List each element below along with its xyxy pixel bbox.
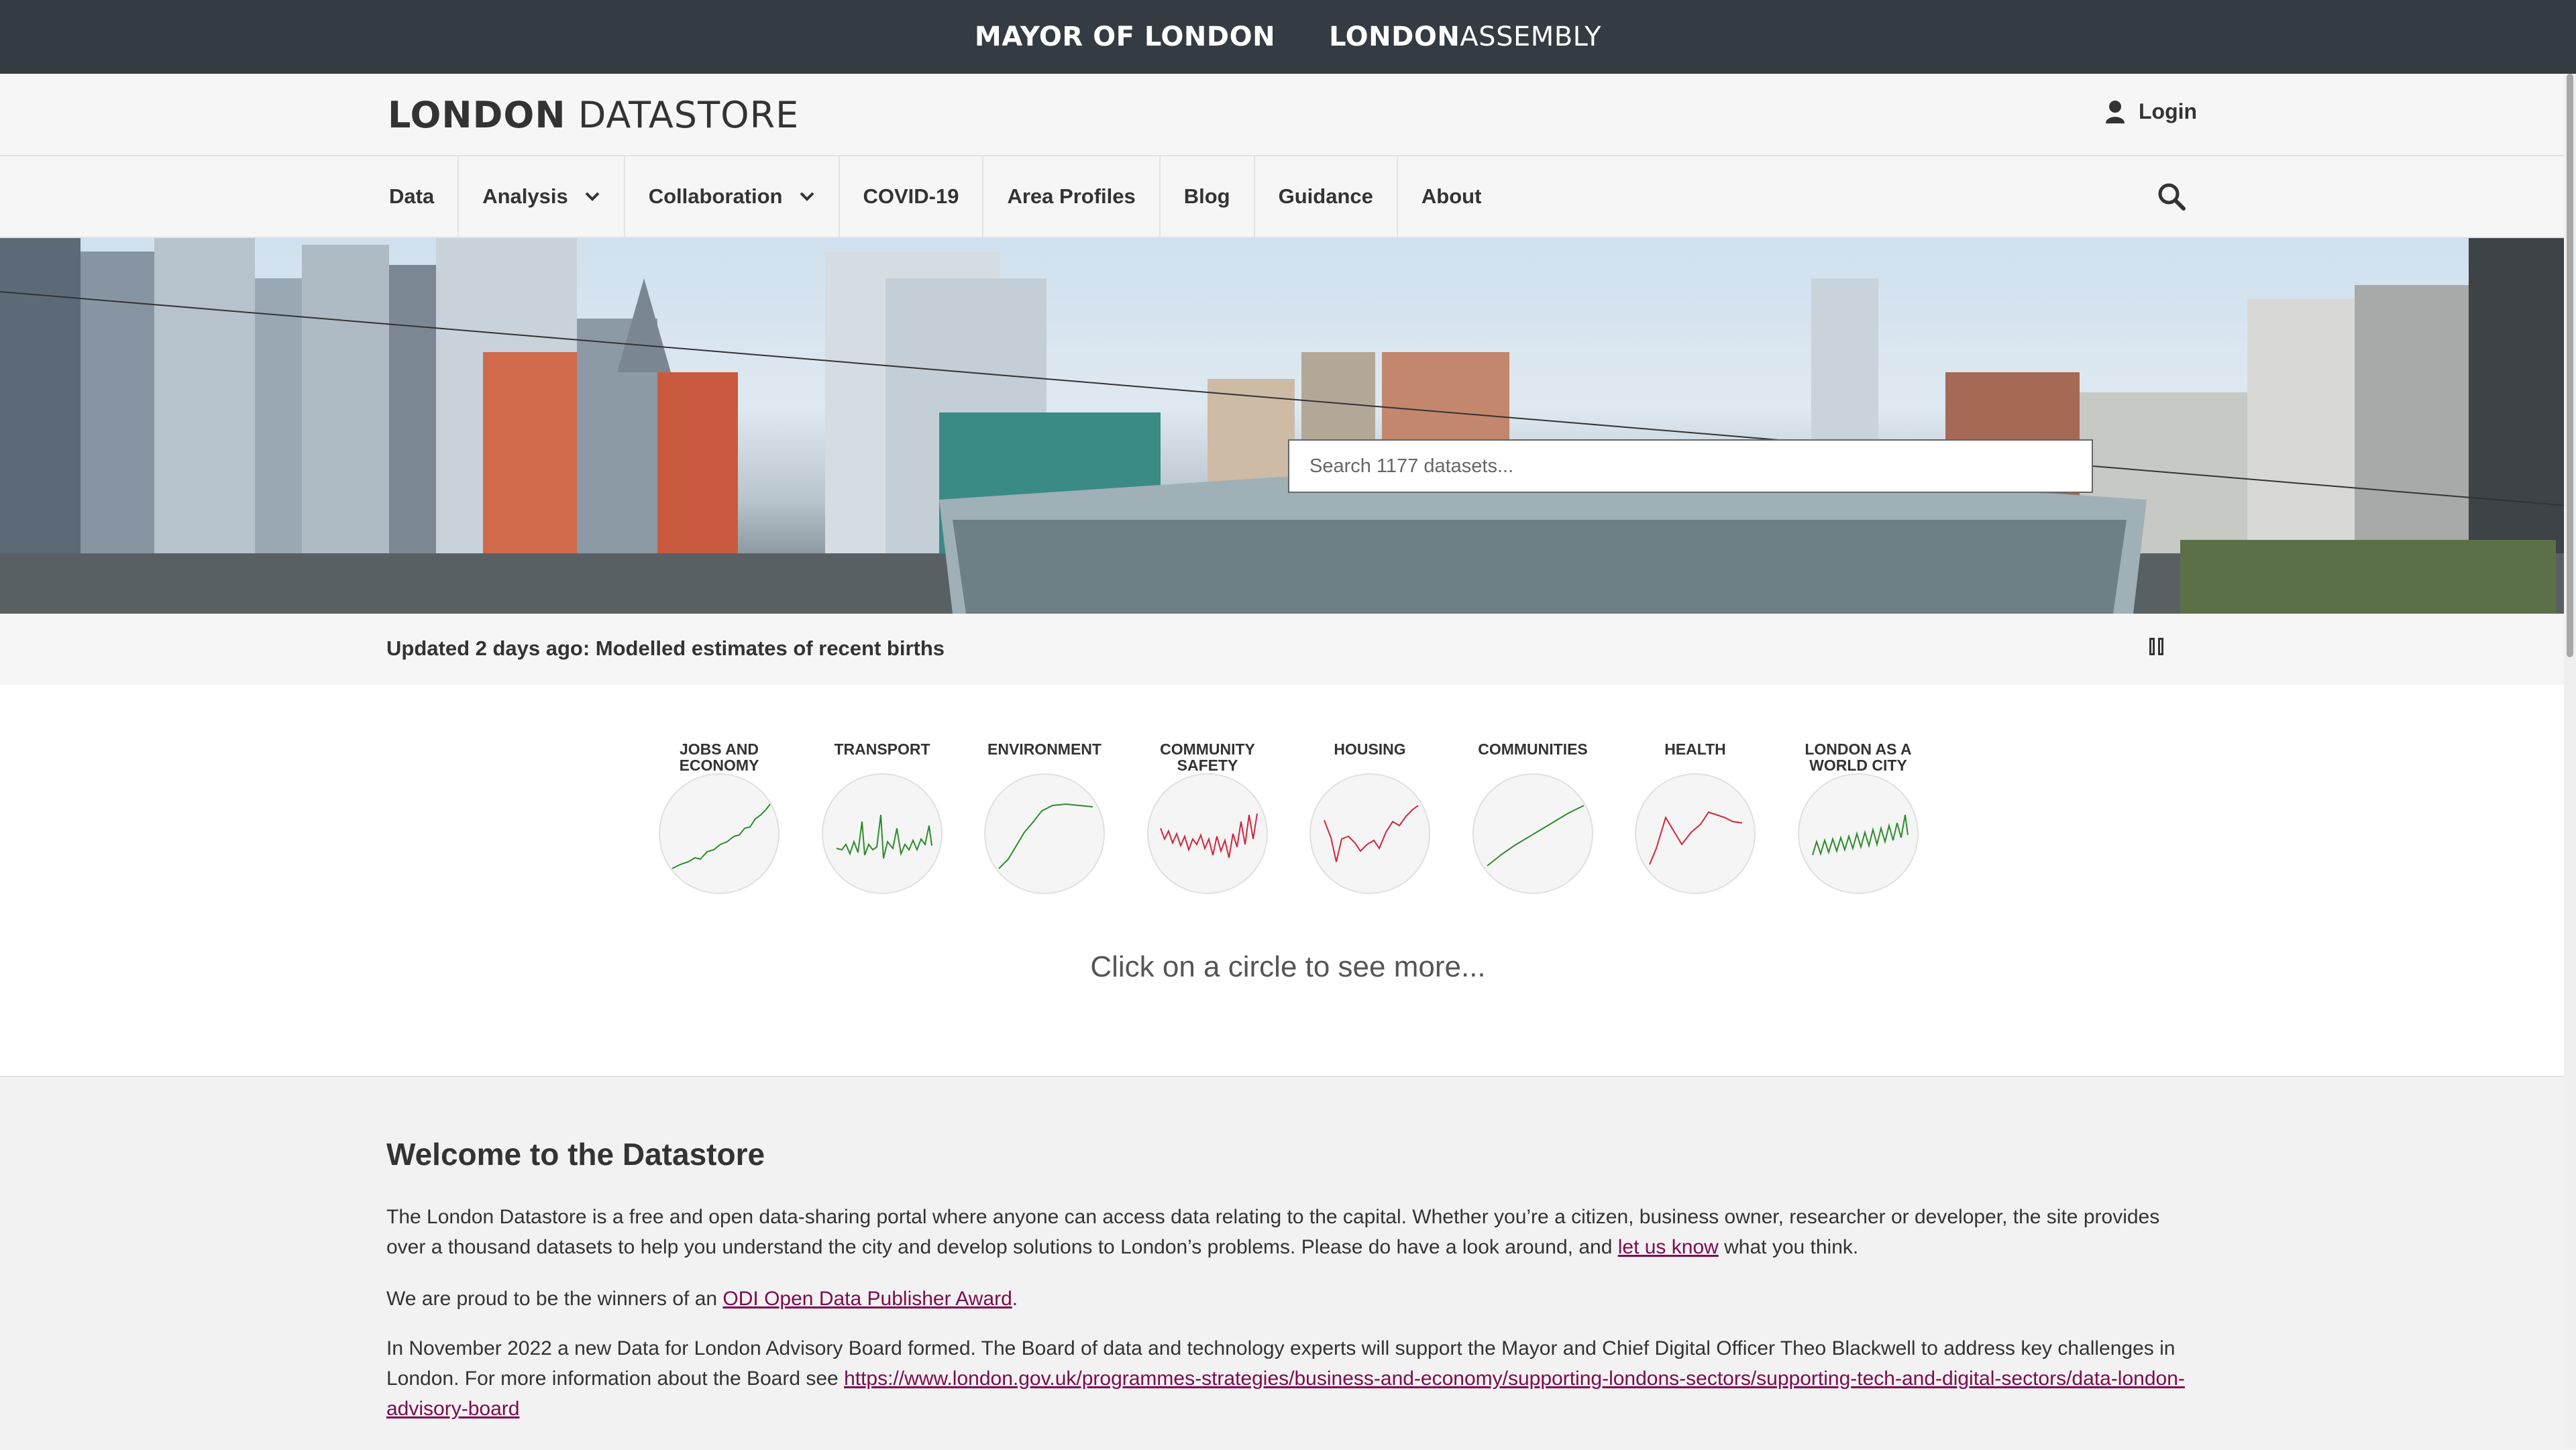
login-label: Login: [2139, 99, 2198, 123]
nav-label: Area Profiles: [1007, 184, 1136, 208]
welcome-paragraph-board: In November 2022 a new Data for London A…: [386, 1337, 2185, 1420]
category-label: JOBS AND ECONOMY: [679, 740, 759, 774]
nav-label: About: [1421, 184, 1482, 208]
dataset-search-input[interactable]: [1288, 439, 2093, 493]
trend-line-chart: [1487, 805, 1585, 867]
category-jobs-and-economy[interactable]: JOBS AND ECONOMY: [652, 741, 786, 894]
nav-label: Analysis: [482, 184, 568, 208]
trend-line-chart: [1160, 813, 1258, 858]
london-skyline-image: [0, 238, 2576, 614]
search-icon[interactable]: [2157, 182, 2186, 211]
nav-label: Collaboration: [648, 184, 783, 208]
nav-item-blog[interactable]: Blog: [1161, 156, 1255, 237]
trend-line-chart: [1649, 811, 1743, 865]
category-environment[interactable]: ENVIRONMENT: [977, 741, 1112, 894]
main-nav: Data Analysis Collaboration COVID-19 Are…: [0, 156, 2576, 238]
nav-item-data[interactable]: Data: [366, 156, 460, 237]
welcome-paragraph-intro: The London Datastore is a free and open …: [386, 1206, 2160, 1258]
latest-update-link[interactable]: Updated 2 days ago: Modelled estimates o…: [386, 636, 945, 661]
site-header: LONDON DATASTORE Login: [0, 74, 2576, 156]
scrollbar-thumb[interactable]: [2567, 74, 2573, 657]
category-circle[interactable]: [1635, 773, 1756, 894]
nav-label: Data: [389, 184, 435, 208]
datastore-logo[interactable]: LONDON DATASTORE: [388, 94, 799, 136]
nav-item-collaboration[interactable]: Collaboration: [625, 156, 840, 237]
assembly-logo-bold: LONDON: [1329, 21, 1460, 52]
trend-line-chart: [672, 803, 771, 869]
logo-light: DATASTORE: [578, 94, 800, 136]
category-hint-text: Click on a circle to see more...: [1090, 950, 1486, 983]
login-button[interactable]: Login: [2105, 99, 2197, 124]
category-circle[interactable]: [1798, 773, 1919, 894]
update-bar: Updated 2 days ago: Modelled estimates o…: [0, 614, 2576, 686]
category-london-as-a-world-city[interactable]: LONDON AS A WORLD CITY: [1791, 741, 1925, 894]
category-label: HEALTH: [1664, 740, 1726, 758]
category-transport[interactable]: TRANSPORT: [815, 741, 949, 894]
nav-item-guidance[interactable]: Guidance: [1255, 156, 1398, 237]
nav-item-analysis[interactable]: Analysis: [459, 156, 625, 237]
category-community-safety[interactable]: COMMUNITY SAFETY: [1140, 741, 1275, 894]
category-label: COMMUNITY SAFETY: [1160, 740, 1255, 774]
category-label: LONDON AS A WORLD CITY: [1805, 740, 1912, 774]
nav-item-about[interactable]: About: [1398, 156, 1505, 237]
top-bar: MAYOR OF LONDON LONDONASSEMBLY: [0, 0, 2576, 74]
category-circle[interactable]: [1472, 773, 1593, 894]
nav-label: Blog: [1183, 184, 1230, 208]
chevron-down-icon: [800, 192, 814, 201]
category-housing[interactable]: HOUSING: [1303, 741, 1437, 894]
category-circle[interactable]: [1309, 773, 1430, 894]
welcome-title: Welcome to the Datastore: [386, 1137, 765, 1172]
pause-icon[interactable]: [2149, 638, 2163, 655]
category-label: COMMUNITIES: [1478, 740, 1588, 758]
assembly-logo-light: ASSEMBLY: [1460, 21, 1602, 52]
category-communities[interactable]: COMMUNITIES: [1466, 741, 1600, 894]
category-circle[interactable]: [822, 773, 943, 894]
trend-line-chart: [1812, 814, 1909, 856]
category-health[interactable]: HEALTH: [1628, 741, 1762, 894]
welcome-section: Welcome to the Datastore The London Data…: [0, 1076, 2576, 1450]
nav-item-area-profiles[interactable]: Area Profiles: [983, 156, 1161, 237]
category-label: TRANSPORT: [834, 740, 930, 758]
trend-line-chart: [836, 814, 932, 859]
user-icon: [2106, 100, 2125, 123]
odi-award-link[interactable]: ODI Open Data Publisher Award: [722, 1288, 1012, 1310]
logo-bold: LONDON: [388, 94, 566, 136]
hero-banner: [0, 238, 2576, 614]
category-circle[interactable]: [984, 773, 1105, 894]
trend-line-chart: [1324, 805, 1419, 862]
nav-item-covid-19[interactable]: COVID-19: [840, 156, 984, 237]
trend-line-chart: [998, 803, 1093, 869]
category-section: JOBS AND ECONOMY TRANSPORT ENVIRONMENT CO…: [0, 685, 2576, 1076]
mayor-of-london-logo[interactable]: MAYOR OF LONDON: [975, 21, 1275, 52]
let-us-know-link[interactable]: let us know: [1618, 1236, 1719, 1258]
category-circle[interactable]: [659, 773, 780, 894]
welcome-paragraph-award: We are proud to be the winners of an ODI…: [386, 1288, 1018, 1310]
chevron-down-icon: [585, 192, 600, 201]
category-label: HOUSING: [1334, 740, 1406, 758]
category-circle[interactable]: [1147, 773, 1268, 894]
page-scrollbar[interactable]: [2564, 74, 2576, 1449]
nav-label: COVID-19: [863, 184, 959, 208]
nav-label: Guidance: [1278, 184, 1373, 208]
london-assembly-logo[interactable]: LONDONASSEMBLY: [1329, 21, 1601, 52]
category-label: ENVIRONMENT: [987, 740, 1102, 758]
